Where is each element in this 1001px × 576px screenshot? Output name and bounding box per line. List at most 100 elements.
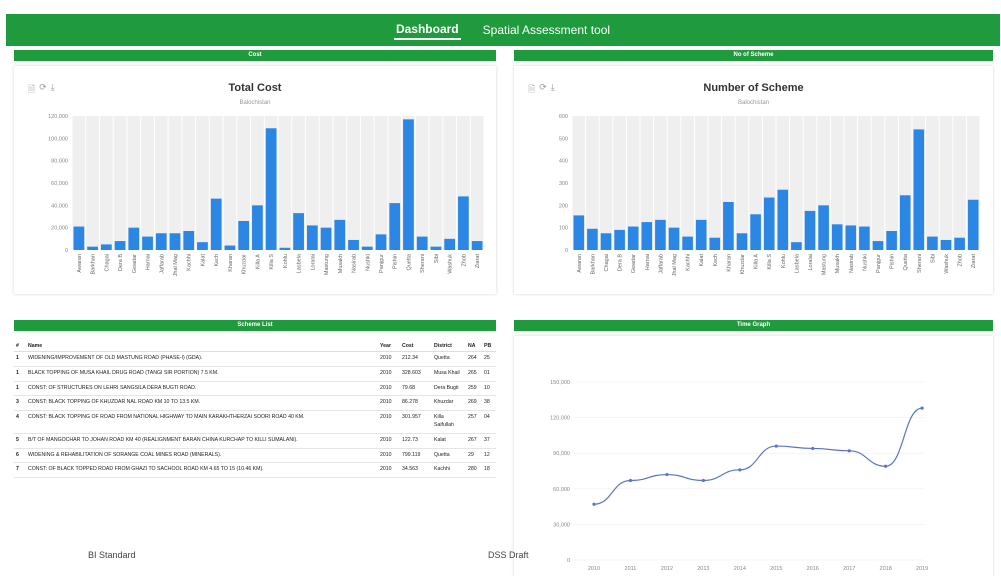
bar[interactable] xyxy=(655,219,666,250)
bar[interactable] xyxy=(375,234,387,250)
column-header[interactable]: NA xyxy=(466,341,482,352)
bar[interactable] xyxy=(403,119,414,250)
bar[interactable] xyxy=(100,244,112,250)
table-cell: Kachhi xyxy=(432,462,466,479)
bar[interactable] xyxy=(471,241,483,250)
data-point[interactable] xyxy=(847,449,851,453)
bar[interactable] xyxy=(736,233,748,250)
column-header[interactable]: Name xyxy=(26,341,378,352)
bar[interactable] xyxy=(859,226,870,250)
bar[interactable] xyxy=(73,226,85,250)
table-cell: 01 xyxy=(482,366,496,382)
bar[interactable] xyxy=(723,201,734,250)
table-row[interactable]: 7 CONST: OF BLACK TOPPED ROAD FROM GHAZI … xyxy=(14,462,496,479)
bar[interactable] xyxy=(444,238,456,250)
x-tick-label: Musakh xyxy=(835,254,841,273)
bar[interactable] xyxy=(306,225,318,250)
tab-dashboard[interactable]: Dashboard xyxy=(393,20,461,40)
bar[interactable] xyxy=(872,241,884,250)
table-row[interactable]: 5 B/T OF MANGOCHAR TO JOHAN ROAD KM 40 (R… xyxy=(14,433,496,449)
bar[interactable] xyxy=(430,246,442,250)
bar[interactable] xyxy=(197,242,208,250)
bar[interactable] xyxy=(458,196,469,250)
table-row[interactable]: 3 CONST: BLACK TOPPING OF KHUZDAR NAL ROA… xyxy=(14,395,496,412)
bar[interactable] xyxy=(913,129,925,250)
bar[interactable] xyxy=(627,226,639,250)
bar[interactable] xyxy=(293,213,304,250)
table-row[interactable]: 4 CONST: BLACK TOPPING OF ROAD FROM NATIO… xyxy=(14,410,496,434)
table-cell: 7 xyxy=(14,462,26,479)
table-cell: 280 xyxy=(466,462,482,479)
table-row[interactable]: 1 CONST: OF STRUCTURES ON LEHRI SANGSILA … xyxy=(14,381,496,397)
bar[interactable] xyxy=(899,195,911,250)
bar[interactable] xyxy=(320,227,332,250)
bar[interactable] xyxy=(265,128,277,250)
bar[interactable] xyxy=(600,233,612,250)
bar[interactable] xyxy=(804,210,816,250)
bar[interactable] xyxy=(210,198,222,250)
bar[interactable] xyxy=(183,231,195,250)
data-point[interactable] xyxy=(592,502,596,506)
bar[interactable] xyxy=(361,246,373,250)
bar[interactable] xyxy=(169,233,181,250)
bar[interactable] xyxy=(954,237,965,250)
bar[interactable] xyxy=(128,227,140,250)
bar[interactable] xyxy=(114,241,126,250)
bar[interactable] xyxy=(709,237,721,250)
bar[interactable] xyxy=(940,239,952,250)
bar[interactable] xyxy=(155,233,167,250)
bar[interactable] xyxy=(142,236,153,250)
bar[interactable] xyxy=(224,245,236,250)
x-tick-label: Loralai xyxy=(808,254,814,271)
bar[interactable] xyxy=(334,219,346,250)
table-cell: CONST: OF BLACK TOPPED ROAD FROM GHAZI T… xyxy=(26,462,378,479)
bar[interactable] xyxy=(668,227,680,250)
table-row[interactable]: 1 WIDENING/IMPROVEMENT OF OLD MASTUNG ROA… xyxy=(14,351,496,367)
bar[interactable] xyxy=(763,197,775,250)
data-point[interactable] xyxy=(774,444,778,448)
bar[interactable] xyxy=(695,219,707,250)
bar[interactable] xyxy=(614,229,625,250)
y-tick-label: 80,000 xyxy=(51,159,68,165)
x-tick-label: Killa A xyxy=(255,254,261,270)
data-point[interactable] xyxy=(738,468,742,472)
tab-spatial-assessment-tool[interactable]: Spatial Assessment tool xyxy=(481,21,612,39)
bar[interactable] xyxy=(791,242,802,250)
table-row[interactable]: 6 WIDENING & REHABILITATION OF SORANGE CO… xyxy=(14,448,496,464)
scheme-list-table-wrapper[interactable]: # Name Year Cost District NA PB 1 WIDENIN… xyxy=(14,341,496,576)
data-point[interactable] xyxy=(811,446,815,451)
x-tick-label: Chagai xyxy=(104,254,110,271)
column-header[interactable]: PB xyxy=(482,341,496,352)
bar[interactable] xyxy=(87,246,98,250)
bar[interactable] xyxy=(416,236,428,250)
column-header[interactable]: Cost xyxy=(400,341,432,352)
x-tick-label: Musakh xyxy=(338,254,344,273)
data-point[interactable] xyxy=(665,472,669,477)
bar[interactable] xyxy=(750,214,761,250)
data-point[interactable] xyxy=(628,478,633,483)
bar[interactable] xyxy=(831,224,843,250)
data-point[interactable] xyxy=(884,464,888,468)
bar[interactable] xyxy=(252,205,263,250)
bar[interactable] xyxy=(389,203,401,250)
table-row[interactable]: 1 BLACK TOPPING OF MUSA KHAIL DRUG ROAD (… xyxy=(14,366,496,382)
column-header[interactable]: Year xyxy=(378,341,400,352)
bar[interactable] xyxy=(238,220,250,250)
bar[interactable] xyxy=(682,236,693,250)
bar[interactable] xyxy=(279,247,291,250)
column-header[interactable]: # xyxy=(14,341,26,352)
bar[interactable] xyxy=(573,215,585,250)
data-point[interactable] xyxy=(701,478,705,483)
bar[interactable] xyxy=(886,231,897,250)
bar[interactable] xyxy=(927,236,938,250)
bar[interactable] xyxy=(845,225,857,250)
column-header[interactable]: District xyxy=(432,341,466,352)
cost-panel: Cost xyxy=(14,50,496,61)
bar[interactable] xyxy=(641,222,653,250)
bar[interactable] xyxy=(777,189,789,250)
bar[interactable] xyxy=(348,239,359,250)
bar[interactable] xyxy=(587,228,598,250)
bar[interactable] xyxy=(967,199,979,250)
bar[interactable] xyxy=(818,205,829,250)
data-point[interactable] xyxy=(920,406,924,410)
